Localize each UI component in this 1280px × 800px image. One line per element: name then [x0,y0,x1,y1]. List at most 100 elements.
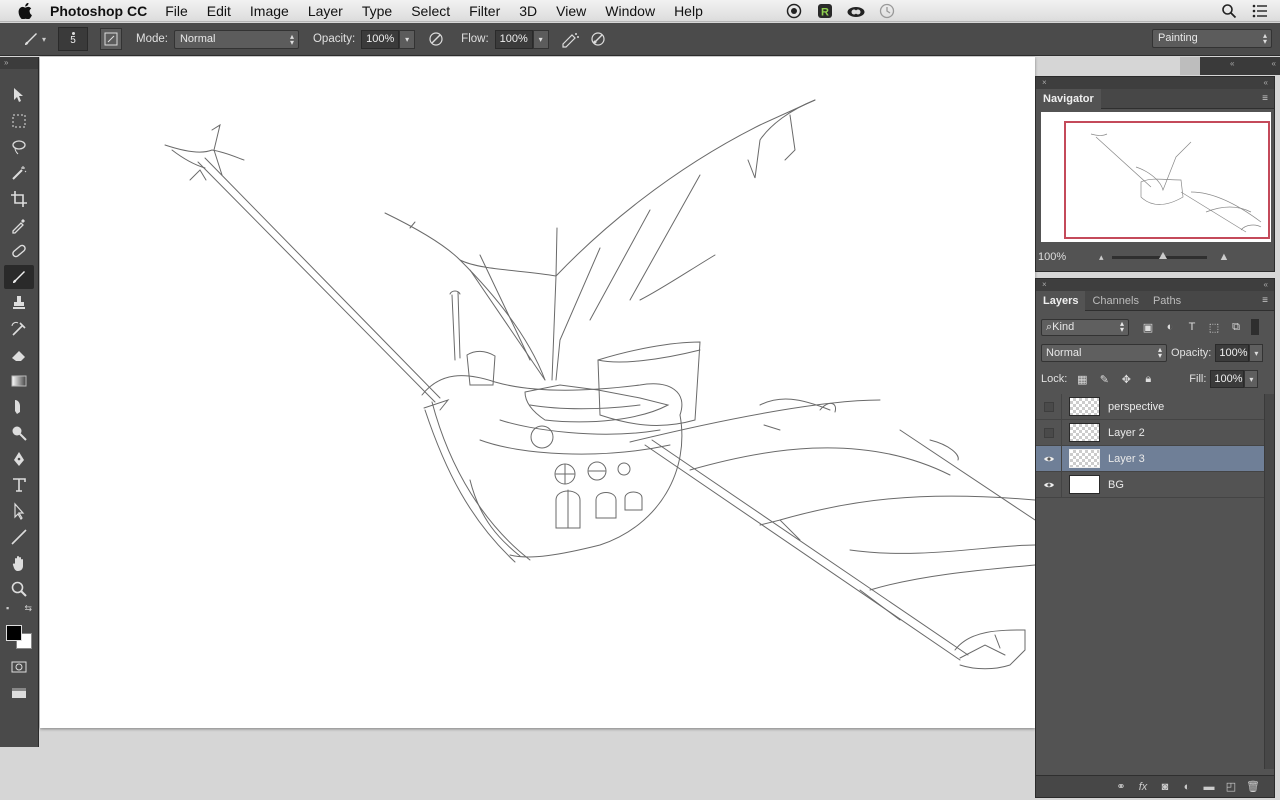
layer-filter-kind-select[interactable]: ⌕Kind ▴ ▾ [1041,318,1129,336]
history-brush-tool-icon[interactable] [4,317,34,341]
lock-position-icon[interactable]: ✥ [1115,370,1137,388]
layer-blend-mode-select[interactable]: Normal ▴ ▾ [1041,344,1167,362]
clone-stamp-tool-icon[interactable] [4,291,34,315]
flow-dropdown-icon[interactable]: ▾ [532,29,549,49]
filter-shape-icon[interactable]: ⬚ [1203,318,1225,336]
opacity-field[interactable]: 100% [361,29,400,49]
navigator-preview[interactable] [1041,112,1271,242]
navigator-zoom-field[interactable]: 100% [1038,251,1093,263]
menu-view[interactable]: View [556,3,586,19]
apple-icon[interactable] [18,2,42,19]
magic-wand-tool-icon[interactable] [4,161,34,185]
marquee-tool-icon[interactable] [4,109,34,133]
swap-colors-icon[interactable]: ⇆ [24,603,32,615]
type-tool-icon[interactable] [4,473,34,497]
opacity-dropdown-icon[interactable]: ▾ [399,29,416,49]
menu-layer[interactable]: Layer [308,3,343,19]
menu-3d[interactable]: 3D [519,3,537,19]
layers-panel-grip[interactable]: × « [1036,279,1274,291]
layer-visibility-toggle[interactable] [1036,419,1062,446]
creative-cloud-icon[interactable] [845,2,867,20]
healing-brush-tool-icon[interactable] [4,239,34,263]
pressure-opacity-icon[interactable] [425,28,447,50]
brush-tool-icon[interactable] [4,265,34,289]
panel-menu-icon[interactable]: ≡ [1262,295,1268,306]
notification-center-icon[interactable] [1249,2,1271,20]
menu-select[interactable]: Select [411,3,450,19]
navigator-panel-grip[interactable]: × « [1036,77,1274,89]
filter-pixel-icon[interactable]: ▣ [1137,318,1159,336]
layer-row-bg[interactable]: BG [1036,471,1274,498]
layer-visibility-toggle[interactable] [1036,445,1062,472]
layer-row-layer-2[interactable]: Layer 2 [1036,419,1274,446]
screen-mode-icon[interactable] [4,681,34,705]
layer-row-perspective[interactable]: perspective [1036,393,1274,420]
filter-type-icon[interactable]: T [1181,318,1203,336]
eraser-tool-icon[interactable] [4,343,34,367]
close-panel-icon[interactable]: × [1042,279,1047,291]
spotlight-search-icon[interactable] [1218,2,1240,20]
fill-field[interactable]: 100% [1210,370,1245,388]
pressure-size-icon[interactable] [587,28,609,50]
link-layers-icon[interactable]: ⚭ [1110,778,1132,796]
new-layer-icon[interactable]: ◰ [1220,778,1242,796]
brush-preset-dropdown-icon[interactable]: ▾ [42,35,46,44]
layer-row-layer-3[interactable]: Layer 3 [1036,445,1274,472]
menu-file[interactable]: File [165,3,188,19]
adjustment-layer-icon[interactable]: ◐ [1176,778,1198,796]
add-mask-icon[interactable]: ◙ [1154,778,1176,796]
tab-navigator[interactable]: Navigator [1036,88,1101,109]
lock-image-pixels-icon[interactable]: ✎ [1093,370,1115,388]
time-machine-icon[interactable] [876,2,898,20]
line-tool-icon[interactable] [4,525,34,549]
menu-window[interactable]: Window [605,3,655,19]
mode-select[interactable]: Normal ▴ ▾ [173,29,299,49]
menu-edit[interactable]: Edit [207,3,231,19]
layer-visibility-toggle[interactable] [1036,393,1062,420]
foreground-color-swatch[interactable] [6,625,22,641]
pen-tool-icon[interactable] [4,447,34,471]
zoom-tool-icon[interactable] [4,577,34,601]
tab-paths[interactable]: Paths [1146,291,1188,311]
layer-visibility-toggle[interactable] [1036,471,1062,498]
lock-transparency-icon[interactable]: ▦ [1071,370,1093,388]
zoom-out-icon[interactable]: ▴ [1099,252,1104,263]
hand-tool-icon[interactable] [4,551,34,575]
path-selection-tool-icon[interactable] [4,499,34,523]
navigator-view-frame[interactable] [1064,121,1270,239]
r-app-icon[interactable]: R [814,2,836,20]
tab-layers[interactable]: Layers [1036,290,1086,311]
quick-mask-icon[interactable] [4,655,34,679]
delete-layer-icon[interactable]: 🗑︎ [1242,778,1264,796]
zoom-in-icon[interactable]: ▲ [1219,251,1230,263]
dodge-tool-icon[interactable] [4,421,34,445]
document-canvas-area[interactable] [40,57,1035,800]
document-canvas[interactable] [40,57,1035,728]
filter-toggle-switch[interactable] [1251,319,1259,335]
crop-tool-icon[interactable] [4,187,34,211]
move-tool-icon[interactable] [4,83,34,107]
app-name[interactable]: Photoshop CC [50,3,147,19]
brush-size-picker[interactable]: 5 [58,27,89,51]
fill-dropdown-icon[interactable]: ▾ [1244,370,1259,388]
new-group-icon[interactable]: ▬ [1198,778,1220,796]
smudge-tool-icon[interactable] [4,395,34,419]
brush-panel-toggle-icon[interactable] [100,28,123,50]
brush-preset-icon[interactable] [20,28,42,50]
navigator-zoom-slider[interactable] [1111,251,1207,259]
eyedropper-tool-icon[interactable] [4,213,34,237]
tools-panel-grip[interactable]: » [0,57,38,69]
menu-type[interactable]: Type [362,3,392,19]
record-icon[interactable] [783,2,805,20]
gradient-tool-icon[interactable] [4,369,34,393]
menu-filter[interactable]: Filter [469,3,500,19]
lock-all-icon[interactable]: 🔒︎ [1137,370,1159,388]
layer-style-fx-icon[interactable]: fx [1132,778,1154,796]
tab-channels[interactable]: Channels [1085,291,1145,311]
layer-opacity-dropdown-icon[interactable]: ▾ [1249,344,1264,362]
layer-opacity-field[interactable]: 100% [1215,344,1250,362]
default-colors-icon[interactable]: ▪ [6,603,9,615]
flow-field[interactable]: 100% [494,29,533,49]
airbrush-icon[interactable] [559,28,581,50]
filter-smart-object-icon[interactable]: ⧉ [1225,318,1247,336]
